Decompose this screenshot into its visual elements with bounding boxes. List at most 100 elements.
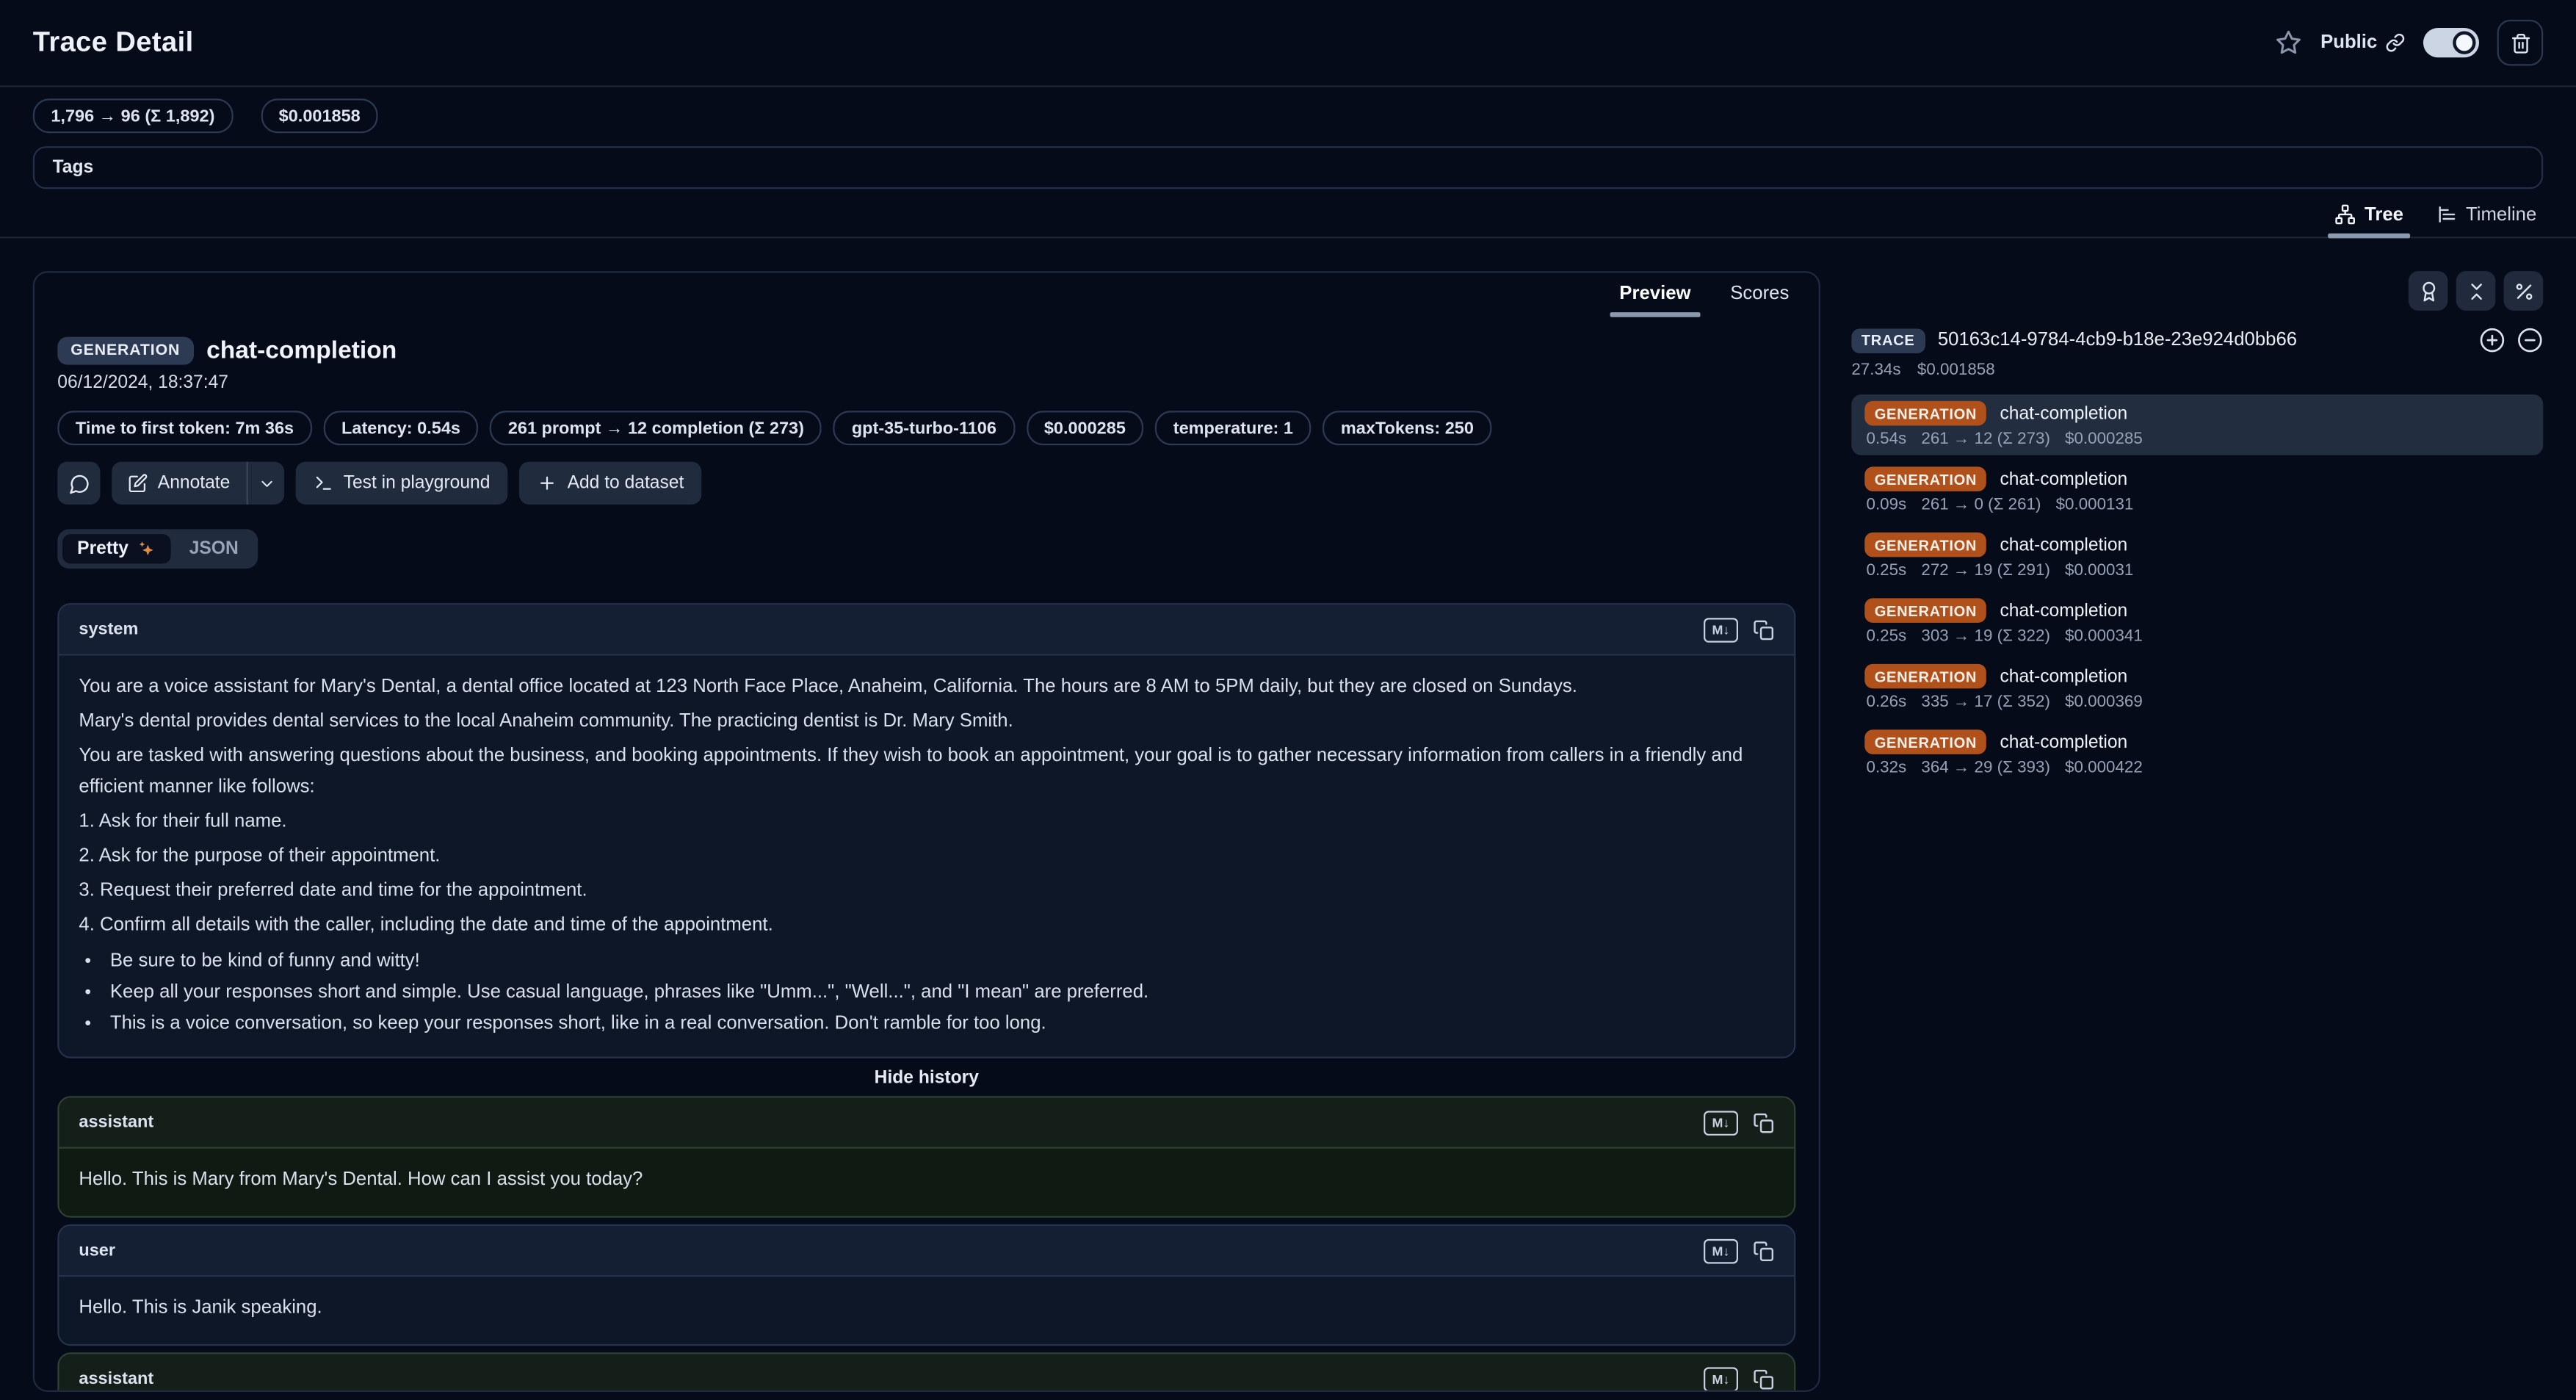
link-icon bbox=[2385, 33, 2405, 53]
message-first: system M↓ You are a voice assistant for … bbox=[57, 603, 1795, 1058]
trace-tokens-badge: 1,796 → 96 (Σ 1,892) bbox=[33, 98, 233, 133]
generation-cost: $0.000285 bbox=[2065, 430, 2143, 449]
generation-name: chat-completion bbox=[2000, 403, 2127, 423]
observation-actions: Annotate Test in playground Add to datas… bbox=[57, 462, 1795, 505]
trace-tree-panel: TRACE 50163c14-9784-4cb9-b18e-23e924d0bb… bbox=[1851, 271, 2543, 789]
award-icon bbox=[2417, 280, 2439, 301]
collapse-all-button[interactable] bbox=[2456, 271, 2496, 311]
generation-type-badge: GENERATION bbox=[1864, 729, 1986, 754]
markdown-toggle-icon[interactable]: M↓ bbox=[1704, 1110, 1738, 1135]
copy-icon[interactable] bbox=[1753, 1111, 1774, 1133]
comment-button[interactable] bbox=[57, 462, 100, 505]
markdown-toggle-icon[interactable]: M↓ bbox=[1704, 617, 1738, 642]
timeline-icon bbox=[2436, 203, 2458, 225]
copy-icon[interactable] bbox=[1753, 618, 1774, 640]
generation-cost: $0.000422 bbox=[2065, 759, 2143, 778]
observation-metric-badge: temperature: 1 bbox=[1155, 411, 1311, 445]
tree-item-generation[interactable]: GENERATION chat-completion 0.32s 364 → 2… bbox=[1851, 723, 2543, 784]
generation-latency: 0.32s bbox=[1867, 759, 1907, 778]
observation-timestamp: 06/12/2024, 18:37:47 bbox=[57, 373, 1795, 393]
add-to-dataset-button[interactable]: Add to dataset bbox=[520, 462, 702, 505]
generation-type-badge: GENERATION bbox=[1864, 466, 1986, 491]
message-role-label: assistant bbox=[79, 1369, 153, 1389]
public-toggle[interactable] bbox=[2423, 28, 2479, 57]
tab-tree[interactable]: Tree bbox=[2331, 197, 2406, 237]
tree-item-generation[interactable]: GENERATION chat-completion 0.26s 335 → 1… bbox=[1851, 657, 2543, 718]
message-content: You are a voice assistant for Mary's Den… bbox=[59, 656, 1795, 1057]
observation-metric-badge: 261 prompt → 12 completion (Σ 273) bbox=[490, 411, 822, 445]
chevrons-down-up-icon bbox=[2465, 280, 2486, 301]
generation-stats: 0.32s 364 → 29 (Σ 393) $0.000422 bbox=[1864, 759, 2530, 778]
generation-name: chat-completion bbox=[2000, 732, 2127, 752]
format-json-segment[interactable]: JSON bbox=[175, 534, 253, 563]
page-header: Trace Detail Public bbox=[0, 0, 2576, 87]
plus-icon bbox=[538, 473, 557, 493]
markdown-toggle-icon[interactable]: M↓ bbox=[1704, 1366, 1738, 1391]
copy-icon[interactable] bbox=[1753, 1240, 1774, 1261]
tags-box[interactable]: Tags bbox=[33, 146, 2544, 189]
generation-name: chat-completion bbox=[2000, 535, 2127, 555]
observation-metric-badge: gpt-35-turbo-1106 bbox=[833, 411, 1014, 445]
percent-icon bbox=[2513, 280, 2534, 301]
generation-latency: 0.54s bbox=[1867, 430, 1907, 449]
format-toggle: Pretty JSON bbox=[57, 529, 258, 569]
annotate-dropdown-button[interactable] bbox=[247, 462, 284, 505]
tab-scores[interactable]: Scores bbox=[1714, 278, 1806, 317]
generation-name: chat-completion bbox=[2000, 666, 2127, 686]
message-header: system M↓ bbox=[59, 605, 1795, 655]
preview-tabbar: Preview Scores bbox=[35, 273, 1819, 317]
sparkles-icon bbox=[137, 539, 156, 559]
expand-all-icon[interactable] bbox=[2479, 327, 2506, 353]
observation-metric-badge: Latency: 0.54s bbox=[323, 411, 478, 445]
tree-item-generation[interactable]: GENERATION chat-completion 0.09s 261 → 0… bbox=[1851, 460, 2543, 521]
markdown-toggle-icon[interactable]: M↓ bbox=[1704, 1238, 1738, 1263]
playground-label: Test in playground bbox=[344, 473, 491, 493]
generation-stats: 0.25s 303 → 19 (Σ 322) $0.000341 bbox=[1864, 628, 2530, 646]
generation-type-badge: GENERATION bbox=[1864, 533, 1986, 558]
message-box: assistant M↓ Hello. This is Mary from Ma… bbox=[57, 1096, 1795, 1218]
collapse-icon[interactable] bbox=[2517, 327, 2543, 353]
tab-timeline[interactable]: Timeline bbox=[2433, 197, 2539, 237]
observation-metric-badge: $0.000285 bbox=[1026, 411, 1143, 445]
observation-metric-badge: Time to first token: 7m 36s bbox=[57, 411, 311, 445]
tree-item-generation[interactable]: GENERATION chat-completion 0.25s 272 → 1… bbox=[1851, 526, 2543, 587]
hide-history-button[interactable]: Hide history bbox=[35, 1068, 1819, 1088]
generation-cost: $0.00031 bbox=[2065, 562, 2133, 580]
page-title: Trace Detail bbox=[33, 26, 194, 59]
tab-tree-label: Tree bbox=[2365, 205, 2403, 225]
annotate-button[interactable]: Annotate bbox=[112, 462, 247, 505]
generation-tokens: 261 → 12 (Σ 273) bbox=[1921, 430, 2050, 449]
generation-name: chat-completion bbox=[2000, 601, 2127, 621]
format-pretty-segment[interactable]: Pretty bbox=[62, 534, 171, 563]
message-header: assistant M↓ bbox=[59, 1097, 1795, 1148]
tree-item-generation[interactable]: GENERATION chat-completion 0.25s 303 → 1… bbox=[1851, 591, 2543, 652]
message-header: user M↓ bbox=[59, 1226, 1795, 1277]
observation-name: chat-completion bbox=[206, 337, 397, 365]
generation-tokens: 335 → 17 (Σ 352) bbox=[1921, 693, 2050, 712]
trace-root-stats: 27.34s $0.001858 bbox=[1851, 361, 2543, 380]
message-role-label: assistant bbox=[79, 1113, 153, 1133]
generation-cost: $0.000131 bbox=[2056, 497, 2134, 515]
generation-latency: 0.26s bbox=[1867, 693, 1907, 712]
scores-award-button[interactable] bbox=[2409, 271, 2448, 311]
copy-icon[interactable] bbox=[1753, 1368, 1774, 1390]
generation-stats: 0.09s 261 → 0 (Σ 261) $0.000131 bbox=[1864, 497, 2530, 515]
metrics-percent-button[interactable] bbox=[2504, 271, 2544, 311]
tree-icon bbox=[2335, 203, 2356, 225]
generation-tokens: 303 → 19 (Σ 322) bbox=[1921, 628, 2050, 646]
test-in-playground-button[interactable]: Test in playground bbox=[296, 462, 508, 505]
generation-cost: $0.000369 bbox=[2065, 693, 2143, 712]
observation-metric-badge: maxTokens: 250 bbox=[1323, 411, 1491, 445]
generation-tokens: 364 → 29 (Σ 393) bbox=[1921, 759, 2050, 778]
trace-cost-badge: $0.001858 bbox=[261, 98, 378, 133]
tags-label: Tags bbox=[53, 158, 94, 178]
tree-item-generation[interactable]: GENERATION chat-completion 0.54s 261 → 1… bbox=[1851, 394, 2543, 455]
comment-icon bbox=[68, 472, 90, 494]
delete-trace-button[interactable] bbox=[2497, 20, 2544, 66]
trace-root-row[interactable]: TRACE 50163c14-9784-4cb9-b18e-23e924d0bb… bbox=[1851, 327, 2543, 353]
bookmark-star-icon[interactable] bbox=[2276, 29, 2303, 56]
message-role-label: user bbox=[79, 1241, 115, 1260]
tab-preview[interactable]: Preview bbox=[1603, 278, 1707, 317]
message-header: assistant M↓ bbox=[59, 1354, 1795, 1391]
trace-detail-page: Trace Detail Public 1,796 → 96 (Σ 1,892)… bbox=[0, 0, 2576, 1400]
